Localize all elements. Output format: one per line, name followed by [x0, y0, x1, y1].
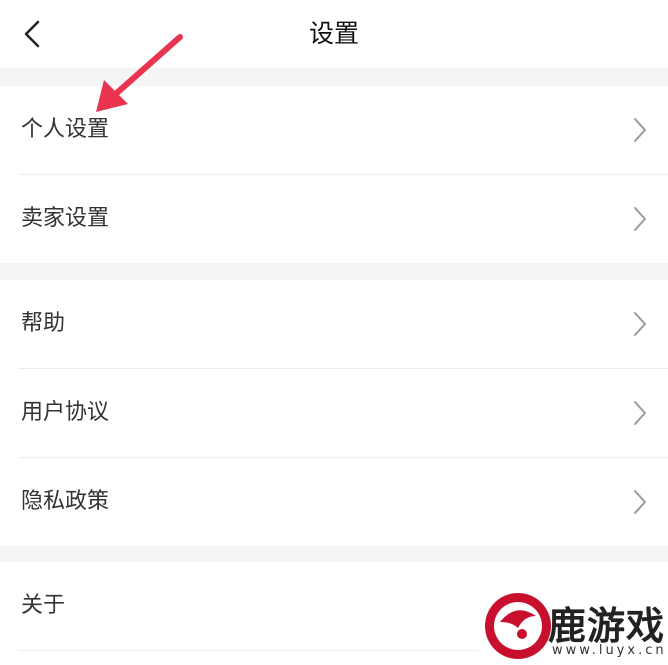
chevron-right-icon [634, 118, 646, 142]
row-help[interactable]: 帮助 [0, 280, 668, 368]
chevron-right-icon [634, 207, 646, 231]
row-label: 个人设置 [21, 117, 110, 142]
row-label: 关于 [21, 593, 66, 618]
row-label: 用户协议 [21, 400, 110, 425]
settings-group-info: 帮助 用户协议 隐私政策 [0, 280, 668, 546]
row-label: 帮助 [21, 311, 66, 336]
watermark-text: 鹿游戏 [548, 604, 666, 648]
row-seller-settings[interactable]: 卖家设置 [0, 175, 668, 263]
settings-group-account: 个人设置 卖家设置 [0, 86, 668, 263]
row-personal-settings[interactable]: 个人设置 [0, 86, 668, 174]
row-label: 隐私政策 [21, 489, 110, 514]
watermark-url: www.luyx.cn [552, 643, 667, 658]
row-privacy-policy[interactable]: 隐私政策 [0, 458, 668, 546]
chevron-right-icon [634, 312, 646, 336]
row-user-agreement[interactable]: 用户协议 [0, 369, 668, 457]
row-label: 卖家设置 [21, 206, 110, 231]
chevron-right-icon [634, 490, 646, 514]
page-title: 设置 [308, 19, 359, 48]
nav-bar: 设置 [0, 0, 668, 68]
chevron-right-icon [634, 401, 646, 425]
